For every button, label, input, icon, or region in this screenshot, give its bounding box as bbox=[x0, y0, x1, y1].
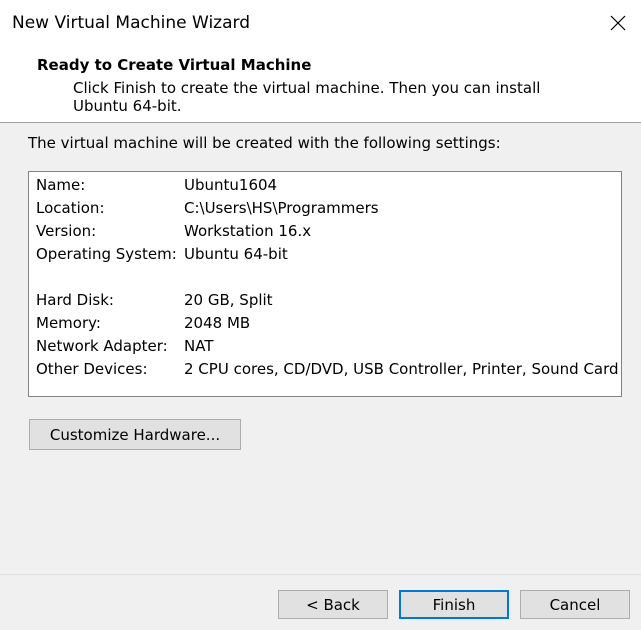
setting-row-location: Location: C:\Users\HS\Programmers bbox=[36, 199, 379, 222]
window-title: New Virtual Machine Wizard bbox=[12, 13, 250, 33]
setting-row-operating-system: Operating System: Ubuntu 64-bit bbox=[36, 245, 288, 268]
intro-text: The virtual machine will be created with… bbox=[28, 134, 501, 152]
setting-label: Network Adapter: bbox=[36, 337, 168, 355]
setting-value: 20 GB, Split bbox=[184, 291, 273, 309]
setting-row-hard-disk: Hard Disk: 20 GB, Split bbox=[36, 291, 273, 314]
setting-value: Ubuntu 64-bit bbox=[184, 245, 288, 263]
customize-hardware-button[interactable]: Customize Hardware... bbox=[29, 419, 241, 450]
setting-row-version: Version: Workstation 16.x bbox=[36, 222, 311, 245]
setting-value: Workstation 16.x bbox=[184, 222, 312, 240]
setting-value: Ubuntu1604 bbox=[184, 176, 278, 194]
setting-label: Version: bbox=[36, 222, 97, 240]
setting-value: 2048 MB bbox=[184, 314, 251, 332]
setting-label: Location: bbox=[36, 199, 105, 217]
cancel-button[interactable]: Cancel bbox=[520, 590, 630, 619]
setting-value: C:\Users\HS\Programmers bbox=[184, 199, 379, 217]
setting-row-memory: Memory: 2048 MB bbox=[36, 314, 250, 337]
wizard-header: Ready to Create Virtual Machine Click Fi… bbox=[0, 48, 641, 123]
setting-label: Memory: bbox=[36, 314, 101, 332]
title-bar: New Virtual Machine Wizard bbox=[0, 0, 641, 48]
close-icon bbox=[610, 15, 626, 31]
setting-value: NAT bbox=[184, 337, 214, 355]
back-button[interactable]: < Back bbox=[278, 590, 388, 619]
setting-row-network-adapter: Network Adapter: NAT bbox=[36, 337, 213, 360]
setting-label: Other Devices: bbox=[36, 360, 148, 378]
settings-summary-box: Name: Ubuntu1604 Location: C:\Users\HS\P… bbox=[28, 171, 622, 397]
wizard-window: New Virtual Machine Wizard Ready to Crea… bbox=[0, 0, 641, 630]
setting-label: Operating System: bbox=[36, 245, 177, 263]
footer-divider bbox=[0, 574, 641, 575]
setting-value: 2 CPU cores, CD/DVD, USB Controller, Pri… bbox=[184, 360, 619, 378]
finish-button[interactable]: Finish bbox=[399, 590, 509, 619]
close-button[interactable] bbox=[595, 0, 641, 46]
setting-row-name: Name: Ubuntu1604 bbox=[36, 176, 277, 199]
page-description: Click Finish to create the virtual machi… bbox=[73, 79, 541, 115]
setting-row-other-devices: Other Devices: 2 CPU cores, CD/DVD, USB … bbox=[36, 360, 619, 383]
page-heading: Ready to Create Virtual Machine bbox=[37, 56, 312, 74]
setting-label: Hard Disk: bbox=[36, 291, 114, 309]
setting-label: Name: bbox=[36, 176, 86, 194]
